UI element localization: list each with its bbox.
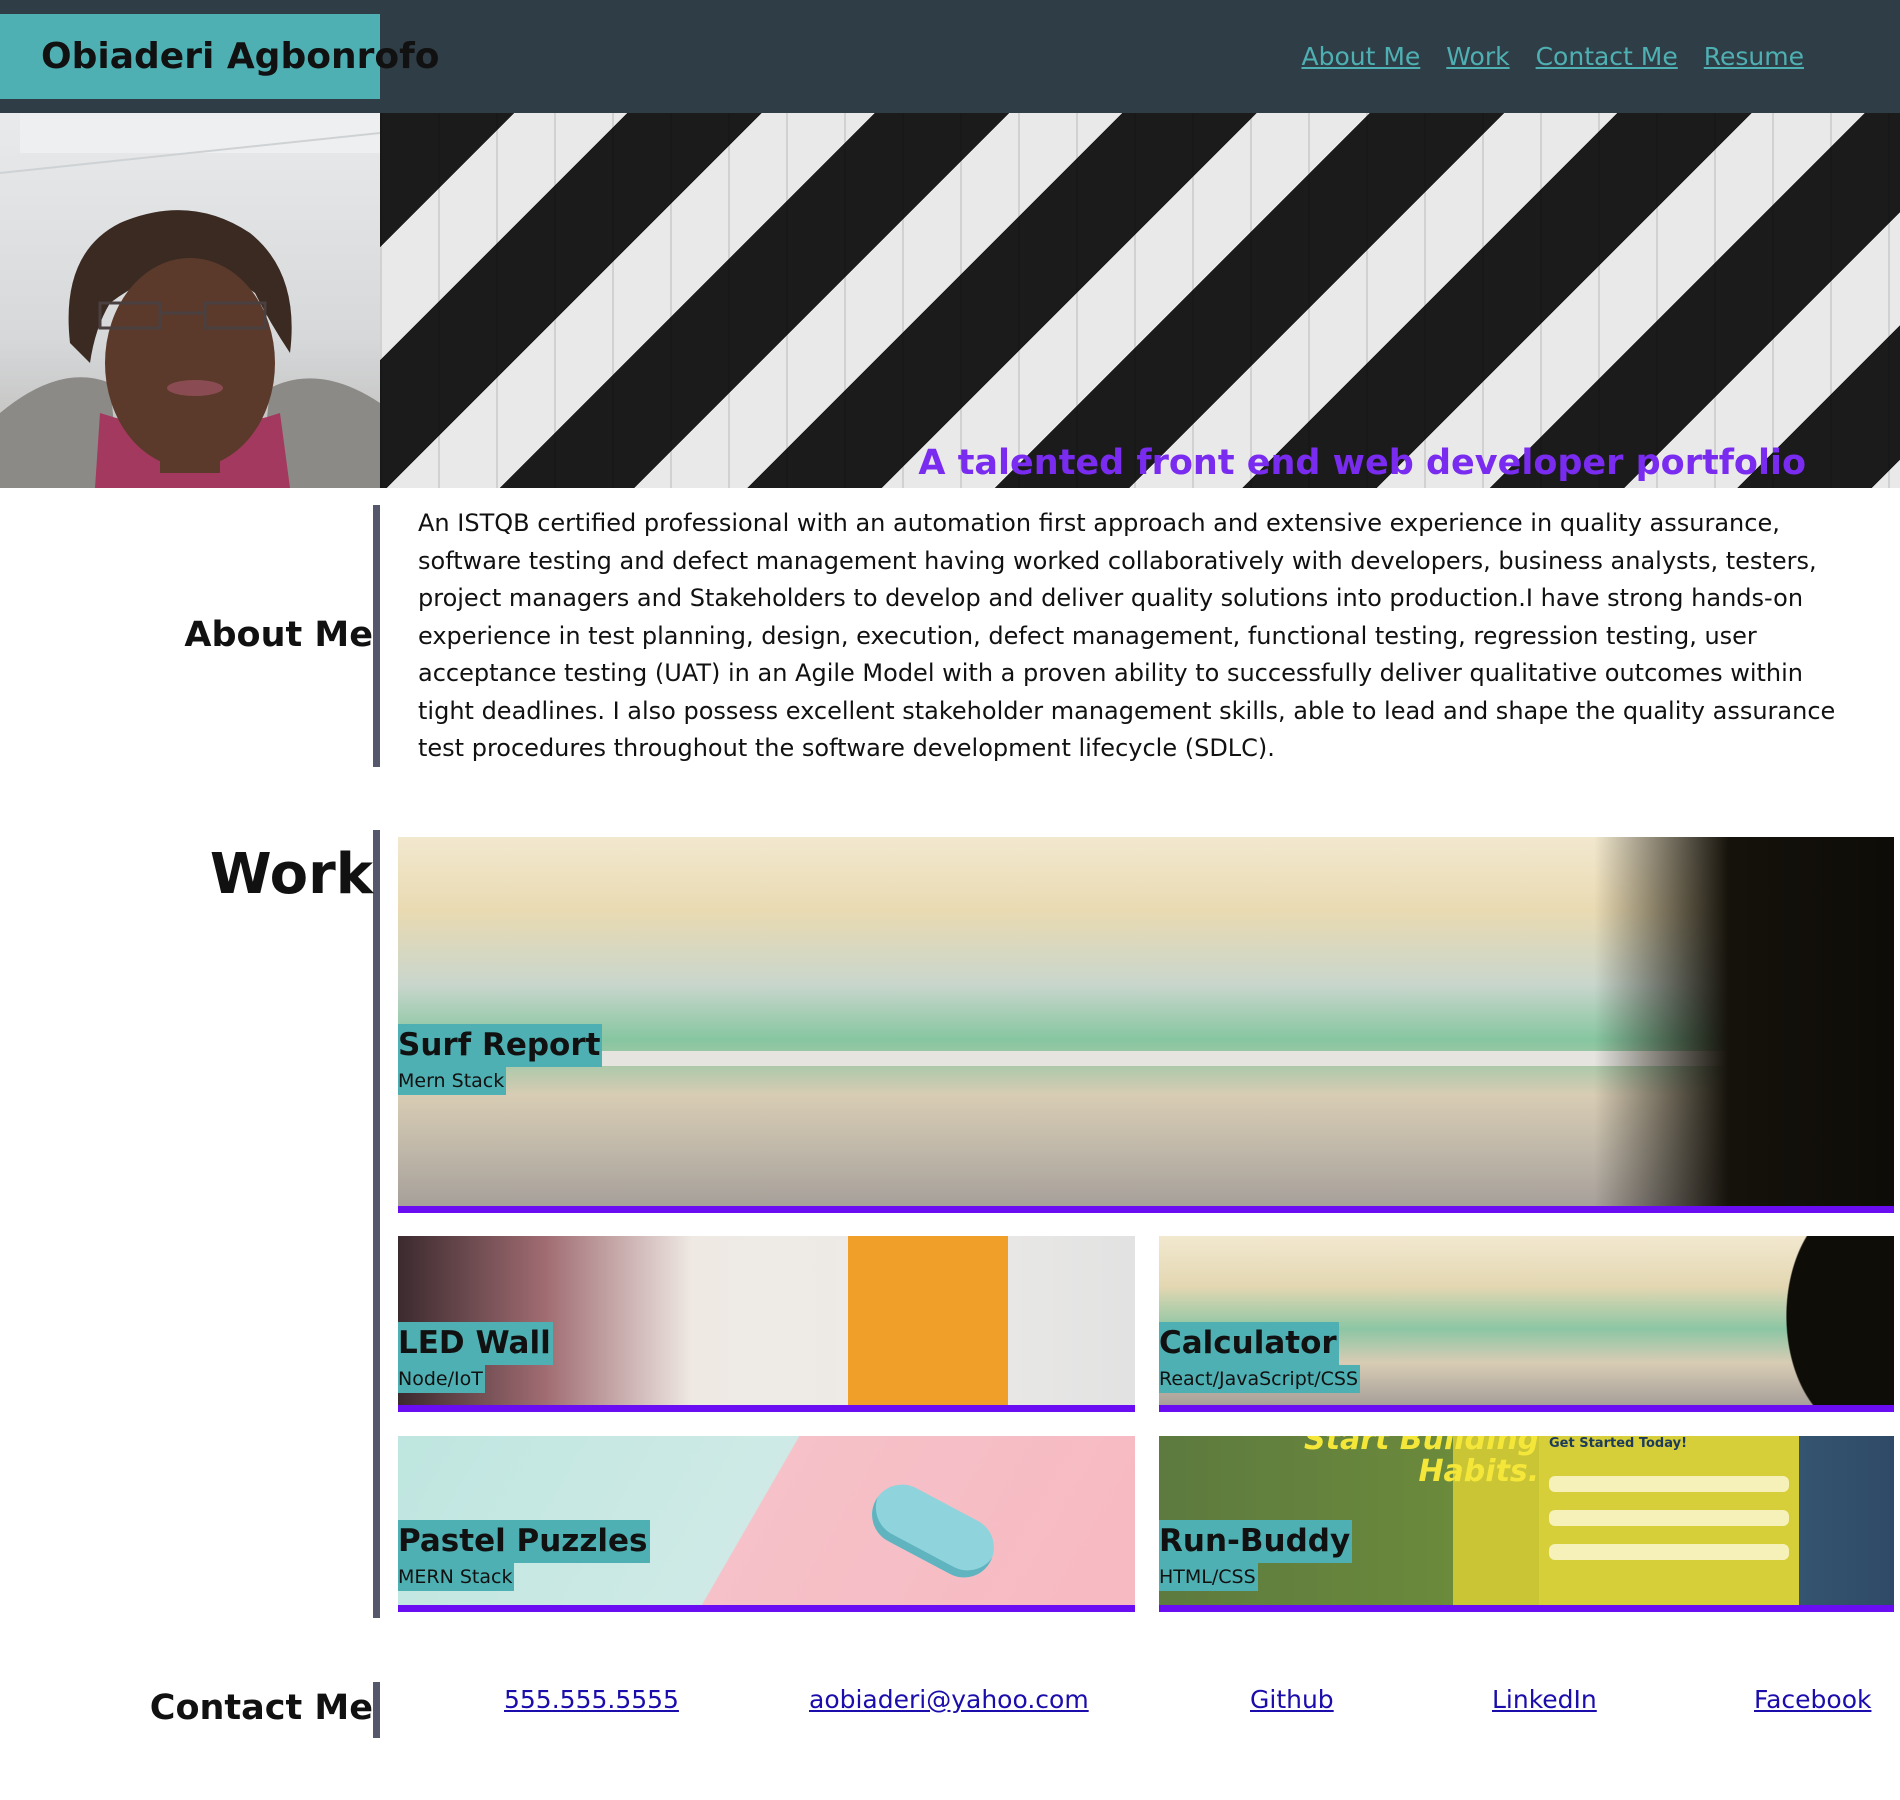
project-title: LED Wall xyxy=(398,1322,553,1365)
about-text: An ISTQB certified professional with an … xyxy=(418,509,1836,762)
hero: A talented front end web developer portf… xyxy=(0,113,1900,488)
project-stack: Node/IoT xyxy=(398,1365,485,1393)
project-card-led-wall[interactable]: LED Wall Node/IoT xyxy=(398,1236,1135,1412)
project-stack: Mern Stack xyxy=(398,1067,507,1095)
about-divider xyxy=(373,505,380,767)
contact-linkedin-link[interactable]: LinkedIn xyxy=(1492,1685,1597,1714)
hero-banner xyxy=(380,113,1900,488)
work-heading: Work xyxy=(209,842,373,907)
contact-email-link[interactable]: aobiaderi@yahoo.com xyxy=(809,1685,1089,1714)
project-card-calculator[interactable]: Calculator React/JavaScript/CSS xyxy=(1159,1236,1894,1412)
project-title: Pastel Puzzles xyxy=(398,1520,650,1563)
project-card-pastel-puzzles[interactable]: Pastel Puzzles MERN Stack xyxy=(398,1436,1135,1612)
project-stack: React/JavaScript/CSS xyxy=(1159,1365,1361,1393)
project-stack: HTML/CSS xyxy=(1159,1563,1258,1591)
run-buddy-form-title: Get Started Today! xyxy=(1549,1436,1688,1451)
main-nav: About Me Work Contact Me Resume xyxy=(1301,0,1804,113)
site-title: Obiaderi Agbonrofo xyxy=(41,36,440,77)
brand-block: Obiaderi Agbonrofo xyxy=(0,14,439,99)
project-image-led-wall xyxy=(398,1236,1135,1405)
profile-photo xyxy=(0,113,380,488)
project-title: Calculator xyxy=(1159,1322,1339,1365)
run-buddy-headline: Start Building Habits. xyxy=(1304,1436,1539,1488)
nav-link-contact-me[interactable]: Contact Me xyxy=(1536,42,1678,71)
nav-link-work[interactable]: Work xyxy=(1446,42,1509,71)
run-buddy-headline-line-2: Habits. xyxy=(1418,1454,1540,1489)
nav-link-about-me[interactable]: About Me xyxy=(1301,42,1420,71)
contact-links: 555.555.5555 aobiaderi@yahoo.com Github … xyxy=(0,1685,1900,1720)
site-header: Obiaderi Agbonrofo About Me Work Contact… xyxy=(0,0,1900,113)
project-title: Surf Report xyxy=(398,1024,603,1067)
contact-facebook-link[interactable]: Facebook xyxy=(1754,1685,1871,1714)
contact-phone-link[interactable]: 555.555.5555 xyxy=(504,1685,679,1714)
nav-link-resume[interactable]: Resume xyxy=(1704,42,1804,71)
about-heading: About Me xyxy=(184,615,373,655)
work-divider xyxy=(373,830,380,1618)
hero-tagline: A talented front end web developer portf… xyxy=(918,443,1806,483)
run-buddy-headline-line-1: Start Building xyxy=(1304,1436,1540,1457)
project-stack: MERN Stack xyxy=(398,1563,515,1591)
run-buddy-form-preview: Get Started Today! xyxy=(1539,1436,1799,1605)
project-title: Run-Buddy xyxy=(1159,1520,1353,1563)
project-card-run-buddy[interactable]: Get Started Today! Start Building Habits… xyxy=(1159,1436,1894,1612)
contact-github-link[interactable]: Github xyxy=(1250,1685,1334,1714)
project-card-surf-report[interactable]: Surf Report Mern Stack xyxy=(398,837,1894,1213)
